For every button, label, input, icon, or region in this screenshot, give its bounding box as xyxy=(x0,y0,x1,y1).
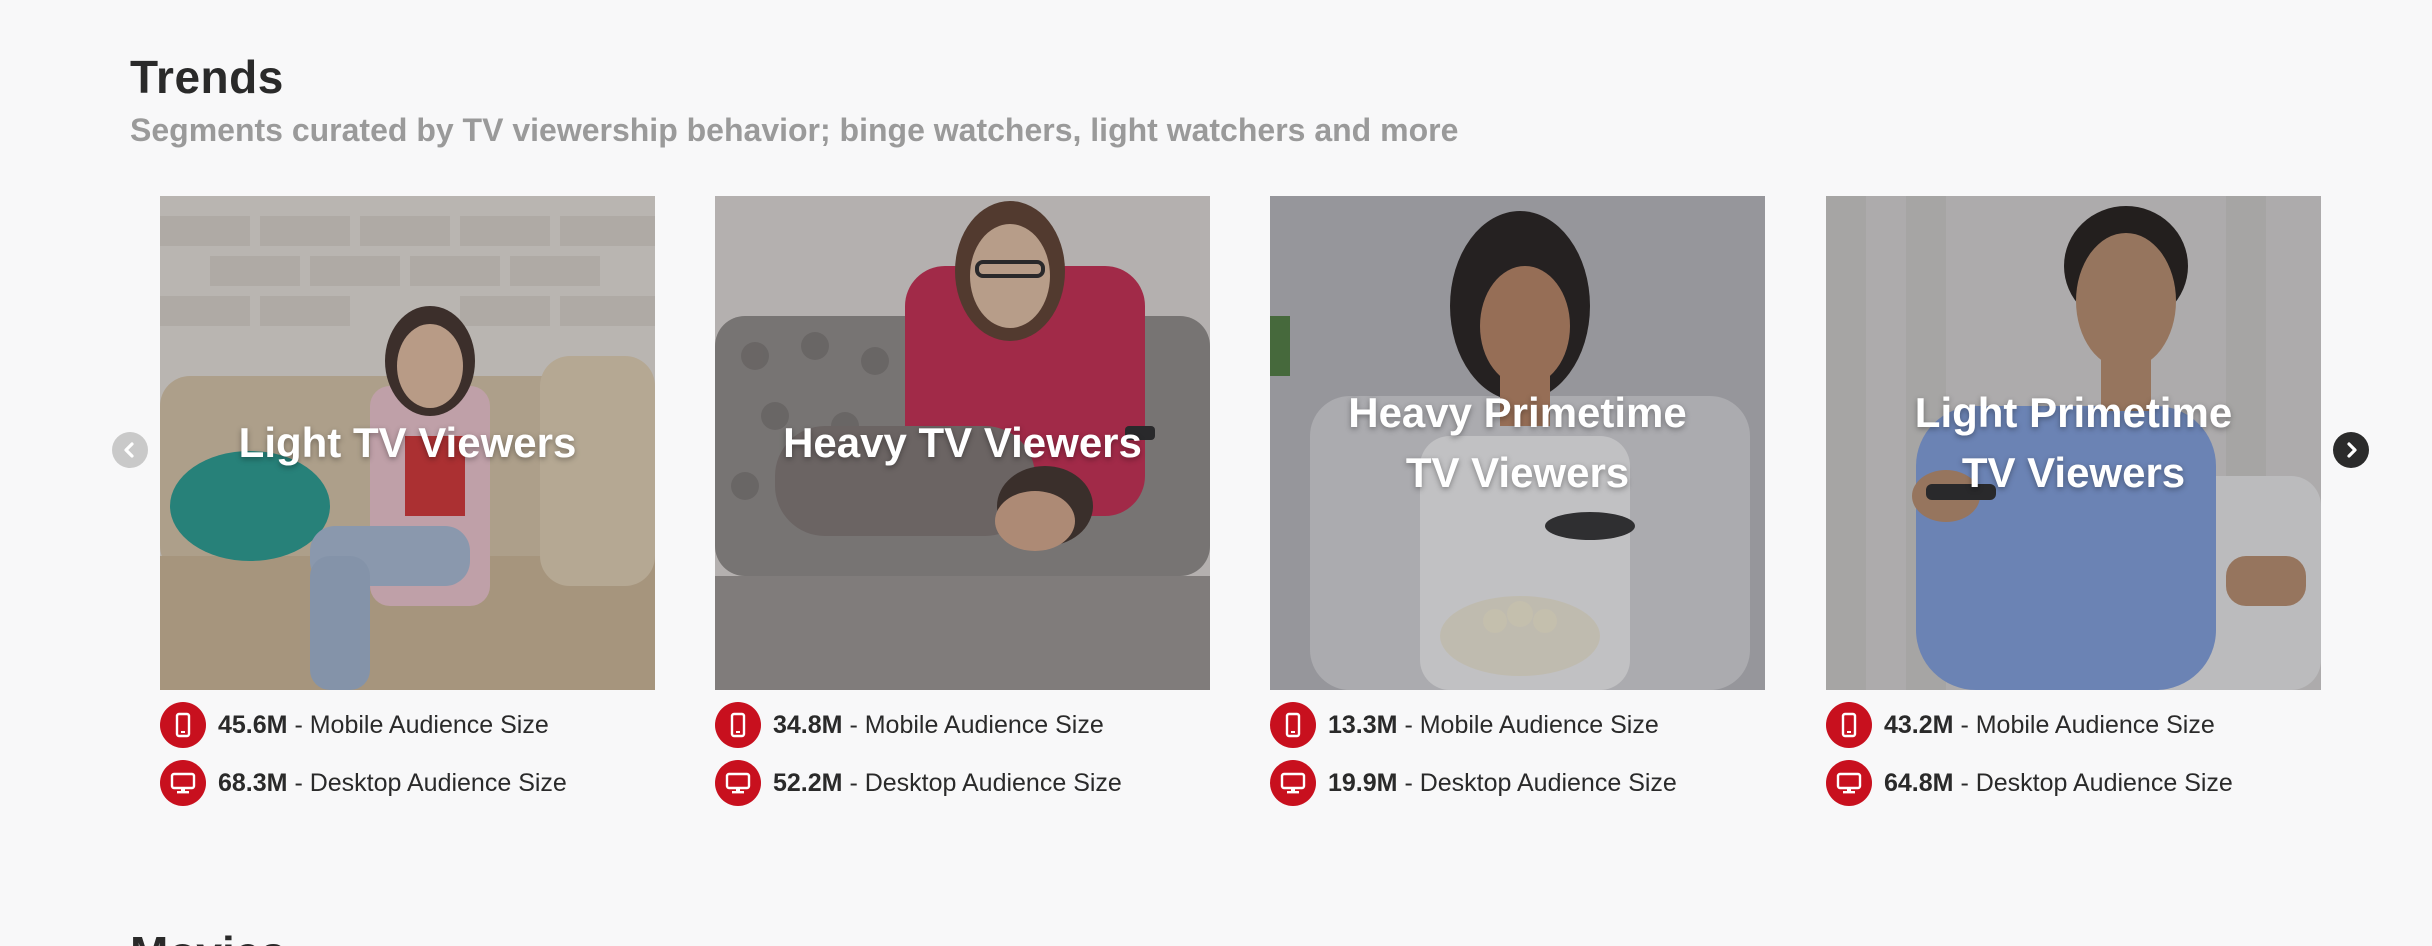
desktop-monitor-icon xyxy=(160,760,206,806)
carousel-prev-button[interactable] xyxy=(112,432,148,468)
chevron-left-icon xyxy=(121,441,139,459)
mobile-audience-stat: 43.2M - Mobile Audience Size xyxy=(1826,702,2321,748)
carousel-next-button[interactable] xyxy=(2333,432,2369,468)
mobile-phone-icon xyxy=(1826,702,1872,748)
mobile-audience-label: Mobile Audience Size xyxy=(309,710,549,739)
chevron-right-icon xyxy=(2342,441,2360,459)
segment-card[interactable]: Heavy TV Viewers 34.8M - Mobile Audience… xyxy=(715,196,1210,806)
desktop-audience-label: Desktop Audience Size xyxy=(1975,768,2233,797)
desktop-audience-value: 68.3M xyxy=(218,768,288,797)
stat-separator: - xyxy=(849,710,858,739)
stat-separator: - xyxy=(1960,710,1969,739)
desktop-audience-value: 19.9M xyxy=(1328,768,1398,797)
stat-separator: - xyxy=(294,768,303,797)
segment-card[interactable]: Heavy Primetime TV Viewers 13.3M - Mobil… xyxy=(1270,196,1765,806)
desktop-audience-label: Desktop Audience Size xyxy=(309,768,567,797)
desktop-monitor-icon xyxy=(1826,760,1872,806)
mobile-audience-label: Mobile Audience Size xyxy=(1975,710,2215,739)
stat-separator: - xyxy=(849,768,858,797)
stat-separator: - xyxy=(294,710,303,739)
mobile-audience-value: 13.3M xyxy=(1328,710,1398,739)
stat-separator: - xyxy=(1404,768,1413,797)
desktop-audience-stat: 68.3M - Desktop Audience Size xyxy=(160,760,655,806)
mobile-audience-stat: 13.3M - Mobile Audience Size xyxy=(1270,702,1765,748)
segment-title: Light Primetime TV Viewers xyxy=(1914,389,2233,496)
desktop-audience-value: 52.2M xyxy=(773,768,843,797)
mobile-audience-label: Mobile Audience Size xyxy=(1419,710,1659,739)
segment-title: Heavy TV Viewers xyxy=(783,419,1142,466)
desktop-audience-stat: 64.8M - Desktop Audience Size xyxy=(1826,760,2321,806)
mobile-audience-stat: 34.8M - Mobile Audience Size xyxy=(715,702,1210,748)
stat-separator: - xyxy=(1404,710,1413,739)
segment-title: Heavy Primetime TV Viewers xyxy=(1348,389,1687,496)
segment-card[interactable]: Light TV Viewers 45.6M - Mobile Audience… xyxy=(160,196,655,806)
stat-separator: - xyxy=(1960,768,1969,797)
desktop-audience-label: Desktop Audience Size xyxy=(1419,768,1677,797)
desktop-audience-stat: 19.9M - Desktop Audience Size xyxy=(1270,760,1765,806)
desktop-audience-label: Desktop Audience Size xyxy=(864,768,1122,797)
next-section-title: Movies xyxy=(130,926,286,946)
mobile-audience-stat: 45.6M - Mobile Audience Size xyxy=(160,702,655,748)
segment-card-image[interactable]: Heavy TV Viewers xyxy=(715,196,1210,690)
section-title: Trends xyxy=(130,51,284,103)
segment-card-image[interactable]: Light TV Viewers xyxy=(160,196,655,690)
desktop-audience-value: 64.8M xyxy=(1884,768,1954,797)
mobile-audience-value: 45.6M xyxy=(218,710,288,739)
mobile-audience-value: 43.2M xyxy=(1884,710,1954,739)
segment-card-image[interactable]: Light Primetime TV Viewers xyxy=(1826,196,2321,690)
desktop-monitor-icon xyxy=(1270,760,1316,806)
mobile-audience-value: 34.8M xyxy=(773,710,843,739)
segment-title: Light TV Viewers xyxy=(238,419,577,466)
mobile-audience-label: Mobile Audience Size xyxy=(864,710,1104,739)
segment-card[interactable]: Light Primetime TV Viewers 43.2M - Mobil… xyxy=(1826,196,2321,806)
section-subtitle: Segments curated by TV viewership behavi… xyxy=(130,112,1459,148)
mobile-phone-icon xyxy=(1270,702,1316,748)
segment-card-image[interactable]: Heavy Primetime TV Viewers xyxy=(1270,196,1765,690)
mobile-phone-icon xyxy=(715,702,761,748)
page: Trends Segments curated by TV viewership… xyxy=(0,0,2432,946)
desktop-audience-stat: 52.2M - Desktop Audience Size xyxy=(715,760,1210,806)
desktop-monitor-icon xyxy=(715,760,761,806)
mobile-phone-icon xyxy=(160,702,206,748)
